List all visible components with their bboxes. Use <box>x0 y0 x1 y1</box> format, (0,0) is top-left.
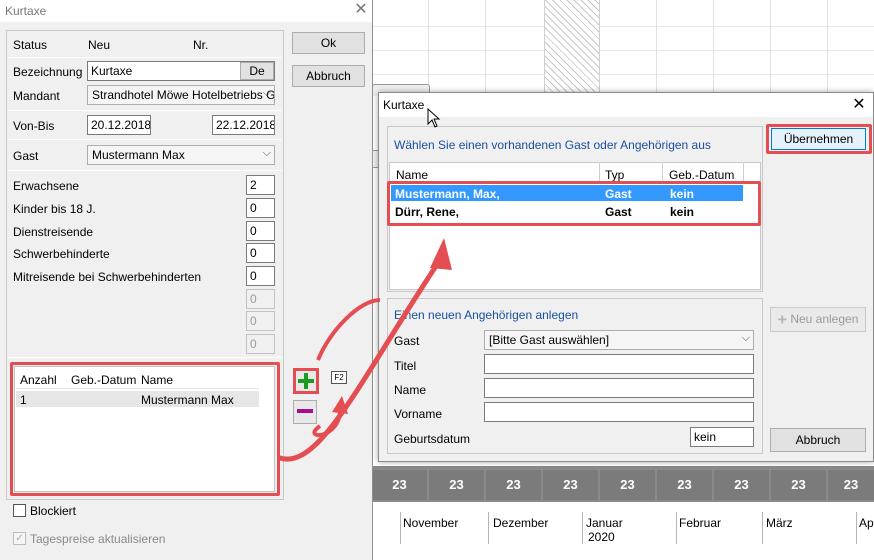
annotation-arrows <box>277 238 452 462</box>
